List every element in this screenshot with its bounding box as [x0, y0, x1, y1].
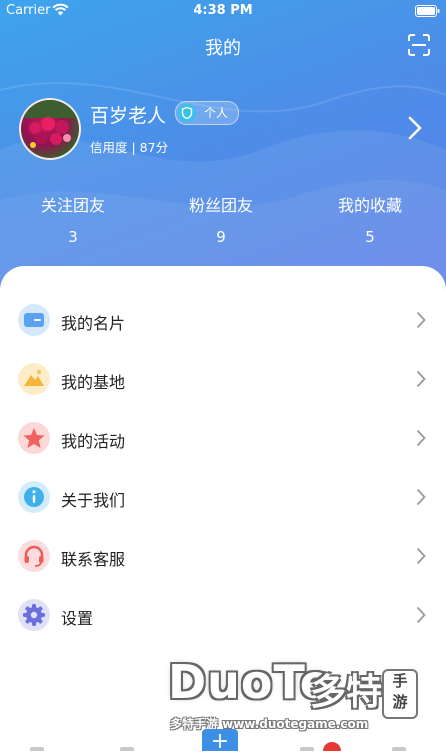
mountain-icon: [18, 363, 50, 395]
watermark-logo: DuoTe: [168, 655, 333, 709]
user-name: 百岁老人: [90, 105, 167, 127]
stat-followers[interactable]: 粉丝团友 9: [161, 192, 281, 246]
flower-photo: [29, 117, 71, 148]
scan-icon[interactable]: [408, 34, 430, 56]
tab-icon-mine[interactable]: [392, 747, 406, 751]
stat-label: 我的收藏: [337, 196, 402, 215]
watermark-box-bottom: 游: [392, 693, 408, 711]
menu-label: 联系客服: [61, 550, 126, 569]
stat-value: 5: [365, 228, 375, 246]
gear-icon: [18, 599, 50, 631]
menu-label: 设置: [61, 609, 94, 628]
menu-item-my-activities[interactable]: 我的活动: [0, 410, 446, 469]
avatar[interactable]: [19, 98, 81, 160]
tab-icon-messages[interactable]: [300, 747, 314, 751]
watermark-box: 手 游: [382, 669, 418, 719]
stat-favorites[interactable]: 我的收藏 5: [310, 192, 430, 246]
account-type-badge: 个人: [175, 101, 240, 125]
stat-value: 9: [216, 228, 226, 246]
menu-item-customer-service[interactable]: 联系客服: [0, 528, 446, 587]
watermark-cn: 多特: [310, 672, 383, 713]
menu-label: 我的基地: [61, 373, 126, 392]
battery-icon: [415, 5, 440, 17]
menu-item-about-us[interactable]: 关于我们: [0, 469, 446, 528]
chevron-right-icon: [416, 606, 426, 624]
chevron-right-icon: [416, 429, 426, 447]
menu-item-settings[interactable]: 设置: [0, 587, 446, 646]
add-button[interactable]: +: [202, 729, 238, 754]
watermark: DuoTe 多特 手 游 多特手游 www.duotegame.com: [160, 655, 430, 735]
chevron-right-icon[interactable]: [408, 116, 422, 140]
watermark-box-top: 手: [392, 672, 408, 690]
page-title: 我的: [205, 38, 241, 59]
stat-following[interactable]: 关注团友 3: [13, 192, 133, 246]
chevron-right-icon: [416, 311, 426, 329]
status-time: 4:38 PM: [193, 3, 253, 18]
card-icon: [18, 304, 50, 336]
credit-score: 信用度 | 87分: [90, 140, 169, 155]
star-icon: [18, 422, 50, 454]
badge-label: 个人: [204, 106, 229, 120]
watermark-url: 多特手游 www.duotegame.com: [170, 717, 369, 731]
chevron-right-icon: [416, 547, 426, 565]
tab-icon-discover[interactable]: [120, 747, 134, 751]
menu-label: 关于我们: [61, 491, 126, 510]
menu-item-business-card[interactable]: 我的名片: [0, 292, 446, 351]
info-icon: [18, 481, 50, 513]
shield-icon: [178, 104, 196, 122]
tab-icon-home[interactable]: [30, 747, 44, 751]
headset-icon: [18, 540, 50, 572]
chevron-right-icon: [416, 370, 426, 388]
status-bar: Carrier 4:38 PM: [0, 0, 446, 22]
stat-label: 关注团友: [40, 196, 105, 215]
menu-label: 我的名片: [61, 314, 126, 333]
menu-label: 我的活动: [61, 432, 126, 451]
stat-value: 3: [68, 228, 78, 246]
chevron-right-icon: [416, 488, 426, 506]
stat-label: 粉丝团友: [188, 196, 253, 215]
menu-item-my-base[interactable]: 我的基地: [0, 351, 446, 410]
